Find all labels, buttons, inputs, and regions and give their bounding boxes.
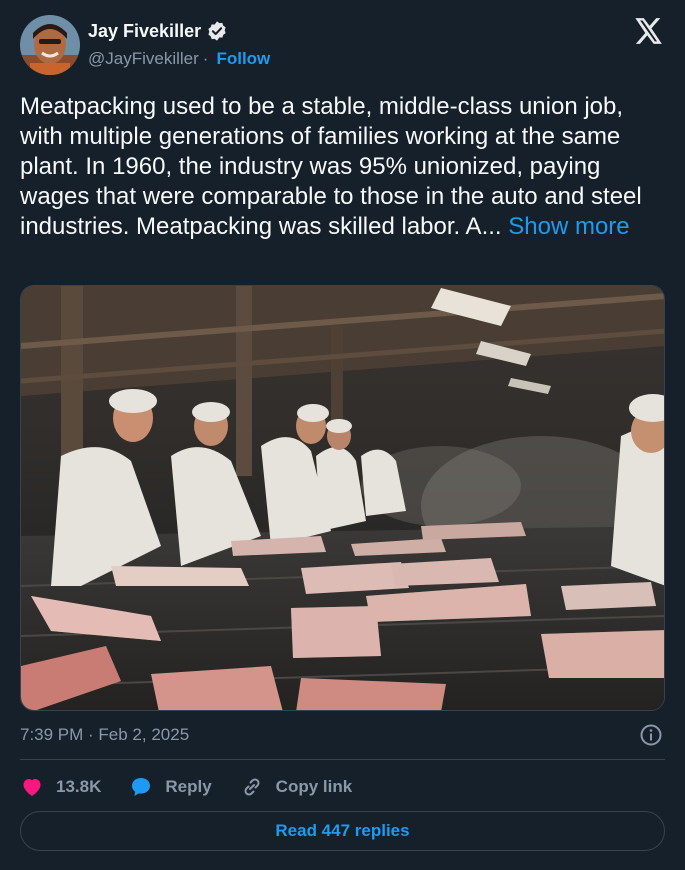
handle-row: @JayFivekiller · Follow [88, 49, 270, 69]
meatpacking-photo [21, 286, 664, 710]
author-name[interactable]: Jay Fivekiller [88, 20, 228, 42]
reply-label: Reply [165, 777, 212, 796]
heart-icon [23, 779, 41, 796]
reply-bubble-icon [132, 778, 151, 796]
copy-link-label: Copy link [275, 777, 353, 796]
show-more-link[interactable]: Show more [508, 213, 629, 240]
avatar[interactable] [20, 15, 80, 75]
like-count: 13.8K [56, 777, 102, 796]
read-replies-label: Read 447 replies [275, 821, 410, 840]
tweet-photo[interactable] [20, 285, 665, 711]
reply-button[interactable]: Reply [129, 775, 212, 799]
separator-dot: · [202, 49, 209, 68]
like-button[interactable]: 13.8K [20, 775, 101, 799]
x-logo-icon[interactable] [635, 18, 663, 44]
follow-button[interactable]: Follow [216, 49, 270, 69]
tweet-card: Jay Fivekiller @JayFivekiller · Follow M… [0, 0, 685, 870]
info-icon[interactable] [639, 723, 663, 747]
author-handle[interactable]: @JayFivekiller [88, 49, 199, 69]
link-icon [244, 778, 260, 796]
verified-badge-icon [208, 21, 226, 41]
tweet-text: Meatpacking used to be a stable, middle-… [20, 92, 665, 242]
divider [20, 759, 665, 760]
author-name-text[interactable]: Jay Fivekiller [88, 21, 201, 42]
copy-link-button[interactable]: Copy link [240, 775, 353, 799]
tweet-timestamp[interactable]: 7:39 PM · Feb 2, 2025 [20, 725, 189, 745]
action-bar: 13.8K Reply Copy link [20, 772, 380, 802]
read-replies-button[interactable]: Read 447 replies [20, 811, 665, 851]
